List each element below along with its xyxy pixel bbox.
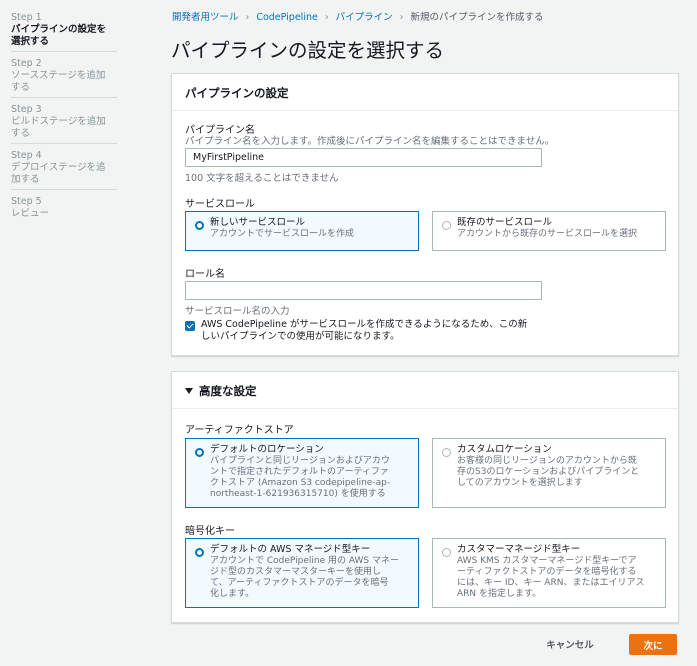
radio-unselected-icon	[442, 548, 451, 557]
pipeline-settings-panel: パイプラインの設定 パイプライン名 パイプライン名を入力します。作成後にパイプラ…	[171, 73, 679, 356]
step-title: する	[11, 128, 31, 139]
caret-down-icon	[185, 388, 193, 394]
radio-selected-icon	[195, 448, 204, 457]
breadcrumb-separator: ›	[245, 12, 250, 23]
option-title: 既存のサービスロール	[457, 217, 553, 228]
option-title: カスタマーマネージド型キー	[457, 544, 581, 555]
option-description: クトストア (Amazon S3 codepipeline-ap-	[210, 478, 391, 488]
default-location-option[interactable]: デフォルトのロケーション パイプラインと同じリージョンおよびアカウ ントで指定さ…	[185, 438, 419, 508]
option-description: アカウントでサービスロールを作成	[210, 229, 355, 239]
breadcrumb: 開発者用ツール › CodePipeline › パイプライン › 新規のパイプラインを作成…	[172, 9, 543, 23]
option-description: パイプラインと同じリージョンおよびアカウ	[210, 456, 390, 466]
breadcrumb-separator: ›	[399, 12, 404, 23]
step-title: する	[11, 82, 31, 93]
option-description: には、キー ID、キー ARN、またはエイリアス	[457, 578, 645, 588]
option-description: お客様の同じリージョンのアカウントから既	[457, 456, 637, 466]
option-title: デフォルトのロケーション	[210, 444, 324, 455]
step-number: Step 5	[11, 196, 42, 207]
next-button[interactable]: 次に	[629, 634, 677, 655]
step-title: パイプラインの設定を	[11, 24, 107, 35]
option-description: アカウントで CodePipeline 用の AWS マネー	[210, 556, 399, 566]
option-description: アカウントから既存のサービスロールを選択	[457, 229, 638, 239]
service-role-label: サービスロール	[185, 199, 255, 210]
pipeline-name-description: パイプライン名を入力します。作成後にパイプライン名を編集することはできません。	[185, 136, 555, 147]
role-name-input[interactable]	[185, 281, 542, 300]
breadcrumb-separator: ›	[324, 12, 329, 23]
allow-role-creation-checkbox[interactable]	[185, 321, 195, 331]
new-service-role-option[interactable]: 新しいサービスロール アカウントでサービスロールを作成	[185, 211, 419, 251]
custom-location-option[interactable]: カスタムロケーション お客様の同じリージョンのアカウントから既 存のS3のロケー…	[432, 438, 666, 508]
pipeline-name-hint: 100 文字を超えることはできません	[185, 173, 339, 184]
step-title: 加する	[11, 174, 40, 185]
checkbox-text-line: AWS CodePipeline がサービスロールを作成できるようになるため、こ…	[201, 319, 528, 330]
option-description: ーティファクトストアのデータを暗号化する	[457, 567, 637, 577]
step-4: Step 4 デプロイステージを追 加する	[11, 144, 117, 190]
advanced-settings-panel: 高度な設定 アーティファクトストア デフォルトのロケーション パイプラインと同じ…	[171, 371, 679, 623]
existing-service-role-option[interactable]: 既存のサービスロール アカウントから既存のサービスロールを選択	[432, 211, 666, 251]
encryption-key-label: 暗号化キー	[185, 526, 235, 537]
step-title: デプロイステージを追	[11, 162, 106, 173]
cancel-button[interactable]: キャンセル	[537, 634, 603, 654]
option-description: northeast-1-621936315710) を使用する	[210, 489, 386, 499]
option-description: て、アーティファクトストアのデータを暗号	[210, 578, 389, 588]
option-title: カスタムロケーション	[457, 444, 552, 455]
step-number: Step 1	[11, 12, 42, 23]
option-title: デフォルトの AWS マネージド型キー	[210, 544, 371, 555]
step-number: Step 3	[11, 104, 42, 115]
option-description: AWS KMS カスタマーマネージド型キーでア	[457, 556, 637, 566]
breadcrumb-current: 新規のパイプラインを作成する	[410, 12, 544, 23]
role-name-hint: サービスロール名の入力	[185, 306, 290, 317]
step-title: 選択する	[11, 36, 50, 47]
breadcrumb-developer-tools[interactable]: 開発者用ツール	[172, 12, 239, 23]
wizard-steps: Step 1 パイプラインの設定を 選択する Step 2 ソースステージを追加…	[11, 6, 117, 223]
step-title: レビュー	[11, 208, 50, 219]
step-title: ソースステージを追加	[11, 70, 106, 81]
radio-selected-icon	[195, 221, 204, 230]
panel-header: パイプラインの設定	[172, 74, 678, 111]
step-title: ビルドステージを追加	[11, 116, 106, 127]
radio-unselected-icon	[442, 448, 451, 457]
advanced-settings-title: 高度な設定	[199, 384, 257, 398]
radio-unselected-icon	[442, 221, 451, 230]
checkbox-text-line: しいパイプラインでの使用が可能になります。	[201, 331, 400, 342]
step-5: Step 5 レビュー	[11, 190, 117, 223]
step-2: Step 2 ソースステージを追加 する	[11, 52, 117, 98]
step-1[interactable]: Step 1 パイプラインの設定を 選択する	[11, 6, 117, 52]
breadcrumb-codepipeline[interactable]: CodePipeline	[256, 12, 318, 23]
step-number: Step 4	[11, 150, 42, 161]
artifact-store-label: アーティファクトストア	[185, 425, 294, 436]
allow-role-creation-label: AWS CodePipeline がサービスロールを作成できるようになるため、こ…	[201, 319, 551, 343]
pipeline-name-input[interactable]	[185, 148, 542, 167]
advanced-settings-toggle[interactable]: 高度な設定	[172, 372, 678, 409]
step-3: Step 3 ビルドステージを追加 する	[11, 98, 117, 144]
option-description: 存のS3のロケーションおよびパイプラインと	[457, 467, 640, 477]
role-name-label: ロール名	[185, 269, 225, 280]
option-description: ントで指定されたデフォルトのアーティファ	[210, 467, 389, 477]
aws-managed-key-option[interactable]: デフォルトの AWS マネージド型キー アカウントで CodePipeline …	[185, 538, 419, 608]
option-description: 化します。	[210, 589, 255, 599]
option-description: ジド型のカスタマーマスターキーを使用し	[210, 567, 382, 577]
customer-managed-key-option[interactable]: カスタマーマネージド型キー AWS KMS カスタマーマネージド型キーでア ーテ…	[432, 538, 666, 608]
step-number: Step 2	[11, 58, 42, 69]
radio-selected-icon	[195, 548, 204, 557]
option-description: ARN を指定します。	[457, 589, 542, 599]
page-title: パイプラインの設定を選択する	[171, 39, 445, 62]
option-title: 新しいサービスロール	[210, 217, 306, 228]
option-description: してのアカウントを選択します	[457, 478, 583, 488]
breadcrumb-pipelines[interactable]: パイプライン	[336, 12, 393, 23]
